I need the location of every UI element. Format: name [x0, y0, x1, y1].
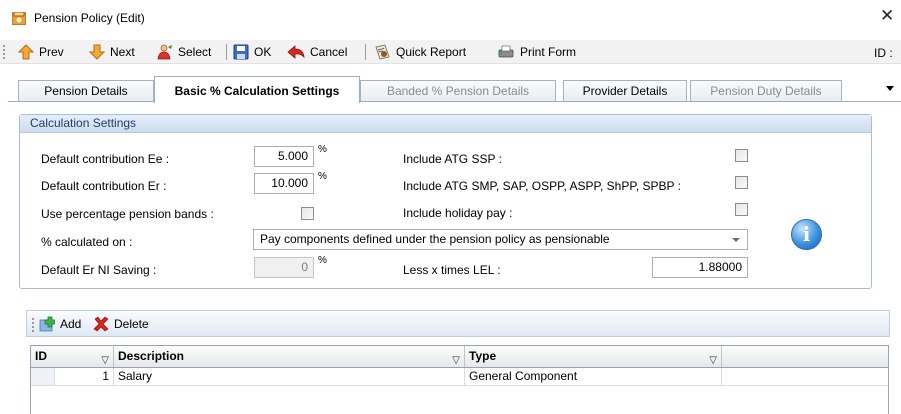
row-description-cell[interactable]: Salary	[114, 368, 465, 385]
column-header-description[interactable]: Description ▽	[114, 346, 465, 367]
quick-report-button[interactable]: Quick Report	[374, 43, 466, 61]
tab-provider-details[interactable]: Provider Details	[563, 80, 687, 102]
cancel-button[interactable]: Cancel	[287, 43, 347, 61]
next-label: Next	[110, 45, 135, 59]
column-header-description-label: Description	[118, 349, 185, 363]
delete-label: Delete	[114, 317, 149, 331]
tab-pension-duty-details[interactable]: Pension Duty Details	[690, 80, 842, 102]
print-form-icon	[498, 45, 514, 58]
add-icon	[39, 316, 55, 332]
add-label: Add	[60, 317, 82, 331]
group-title: Calculation Settings	[20, 115, 871, 133]
cancel-back-arrow-icon	[287, 45, 305, 59]
ok-label: OK	[254, 45, 272, 59]
row-id-cell[interactable]: 1	[55, 368, 114, 385]
tab-pension-details[interactable]: Pension Details	[18, 80, 154, 102]
info-icon[interactable]: i	[791, 219, 822, 250]
cancel-label: Cancel	[310, 45, 348, 59]
table-row[interactable]: 1 Salary General Component	[31, 368, 888, 386]
print-form-button[interactable]: Print Form	[497, 43, 576, 61]
ni-saving-input[interactable]: 0	[254, 257, 314, 278]
toolbar-grip[interactable]	[3, 45, 5, 59]
report-icon	[375, 44, 390, 60]
toolbar-separator	[365, 44, 366, 60]
dropdown-arrow-icon[interactable]	[886, 86, 894, 91]
bands-label: Use percentage pension bands :	[41, 207, 214, 221]
delete-x-icon	[93, 316, 109, 332]
quick-report-label: Quick Report	[396, 45, 467, 59]
column-header-id-label: ID	[35, 349, 47, 363]
lel-label: Less x times LEL :	[403, 263, 501, 277]
ee-percent-label: %	[318, 144, 327, 155]
main-toolbar: Prev Next Select OK Cancel Quick Report …	[0, 40, 901, 64]
close-icon[interactable]: ✕	[880, 8, 894, 25]
column-header-id[interactable]: ID ▽	[31, 346, 114, 367]
er-percent-label: %	[318, 171, 327, 182]
holiday-pay-checkbox[interactable]	[735, 203, 748, 216]
select-button[interactable]: Select	[156, 43, 211, 61]
prev-label: Prev	[39, 45, 64, 59]
toolbar-grip[interactable]	[32, 318, 34, 332]
components-grid: ID ▽ Description ▽ Type ▽ 1 Salary Gener…	[30, 345, 889, 414]
row-indicator[interactable]	[31, 368, 55, 385]
column-header-type[interactable]: Type ▽	[465, 346, 722, 367]
ee-label: Default contribution Ee :	[41, 152, 170, 166]
up-arrow-icon	[18, 44, 34, 60]
holiday-pay-label: Include holiday pay :	[403, 206, 513, 220]
add-button[interactable]: Add	[39, 316, 81, 332]
down-arrow-icon	[89, 44, 105, 60]
ni-saving-label: Default Er NI Saving :	[41, 263, 157, 277]
prev-button[interactable]: Prev	[18, 43, 64, 61]
ok-button[interactable]: OK	[233, 43, 271, 61]
grid-toolbar: Add Delete	[26, 310, 890, 337]
calculated-on-select[interactable]: Pay components defined under the pension…	[253, 229, 748, 250]
tab-basic-calculation-settings[interactable]: Basic % Calculation Settings	[154, 76, 360, 103]
atg-ssp-label: Include ATG SSP :	[403, 152, 502, 166]
select-label: Select	[178, 45, 212, 59]
lel-input[interactable]: 1.88000	[652, 257, 748, 278]
percentage-bands-checkbox[interactable]	[301, 207, 314, 220]
toolbar-separator	[226, 44, 227, 60]
grid-header: ID ▽ Description ▽ Type ▽	[31, 346, 888, 368]
ni-percent-label: %	[318, 255, 327, 266]
select-person-icon	[157, 44, 172, 60]
chevron-down-icon[interactable]	[732, 238, 740, 242]
calculated-on-label: % calculated on :	[41, 235, 133, 249]
save-disk-icon	[233, 44, 249, 60]
id-label: ID :	[874, 46, 893, 60]
atg-smp-checkbox[interactable]	[735, 176, 748, 189]
window-title: Pension Policy (Edit)	[34, 11, 145, 25]
er-label: Default contribution Er :	[41, 179, 167, 193]
column-header-type-label: Type	[469, 349, 497, 363]
ee-contribution-input[interactable]: 5.000	[254, 146, 314, 167]
atg-smp-label: Include ATG SMP, SAP, OSPP, ASPP, ShPP, …	[403, 179, 681, 193]
app-icon	[12, 12, 26, 25]
next-button[interactable]: Next	[89, 43, 135, 61]
delete-button[interactable]: Delete	[93, 316, 149, 332]
print-form-label: Print Form	[520, 45, 577, 59]
tab-banded-pension-details[interactable]: Banded % Pension Details	[360, 80, 556, 102]
tab-strip: Pension Details Basic % Calculation Sett…	[8, 76, 901, 103]
title-bar: Pension Policy (Edit) ✕	[0, 0, 901, 36]
er-contribution-input[interactable]: 10.000	[254, 173, 314, 194]
row-type-cell[interactable]: General Component	[465, 368, 722, 385]
atg-ssp-checkbox[interactable]	[735, 149, 748, 162]
calculated-on-value: Pay components defined under the pension…	[260, 232, 610, 246]
